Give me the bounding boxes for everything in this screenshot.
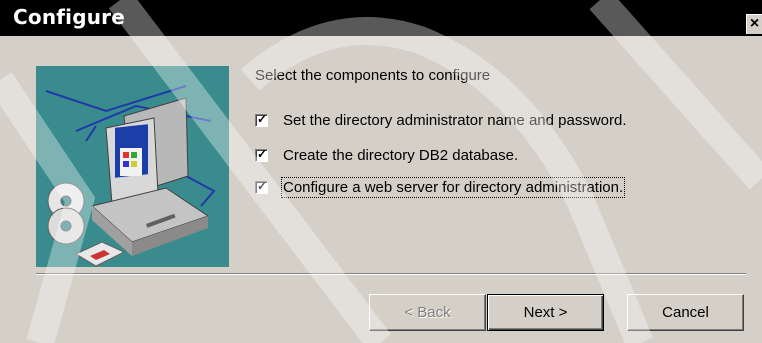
computer-setup-image [36,66,229,267]
check-icon: ✓ [257,146,268,161]
check-icon: ✓ [257,178,268,193]
title-bar[interactable]: Configure × [0,0,762,36]
checkbox-create-db2-database[interactable]: ✓ [255,146,268,162]
close-icon: × [749,15,760,32]
separator [36,273,746,275]
checkbox-set-admin-name[interactable]: ✓ [255,111,268,127]
close-button[interactable]: × [746,14,762,34]
configure-dialog: Configure × Select the components to con… [0,0,762,343]
back-button[interactable]: < Back [369,294,486,331]
option-create-db2-database[interactable]: ✓ Create the directory DB2 database. [255,144,518,166]
option-label[interactable]: Set the directory administrator name and… [283,112,627,129]
option-set-admin-name[interactable]: ✓ Set the directory administrator name a… [255,109,627,131]
option-configure-web-server[interactable]: ✓ Configure a web server for directory a… [255,176,626,198]
cancel-button[interactable]: Cancel [627,294,744,331]
setup-illustration [36,66,229,267]
option-label[interactable]: Create the directory DB2 database. [283,147,518,164]
next-button[interactable]: Next > [487,294,604,331]
check-icon: ✓ [257,111,268,126]
window-title: Configure [13,5,125,29]
checkbox-configure-web-server[interactable]: ✓ [255,178,268,194]
option-label[interactable]: Configure a web server for directory adm… [280,176,626,198]
components-prompt: Select the components to configure [255,67,491,84]
